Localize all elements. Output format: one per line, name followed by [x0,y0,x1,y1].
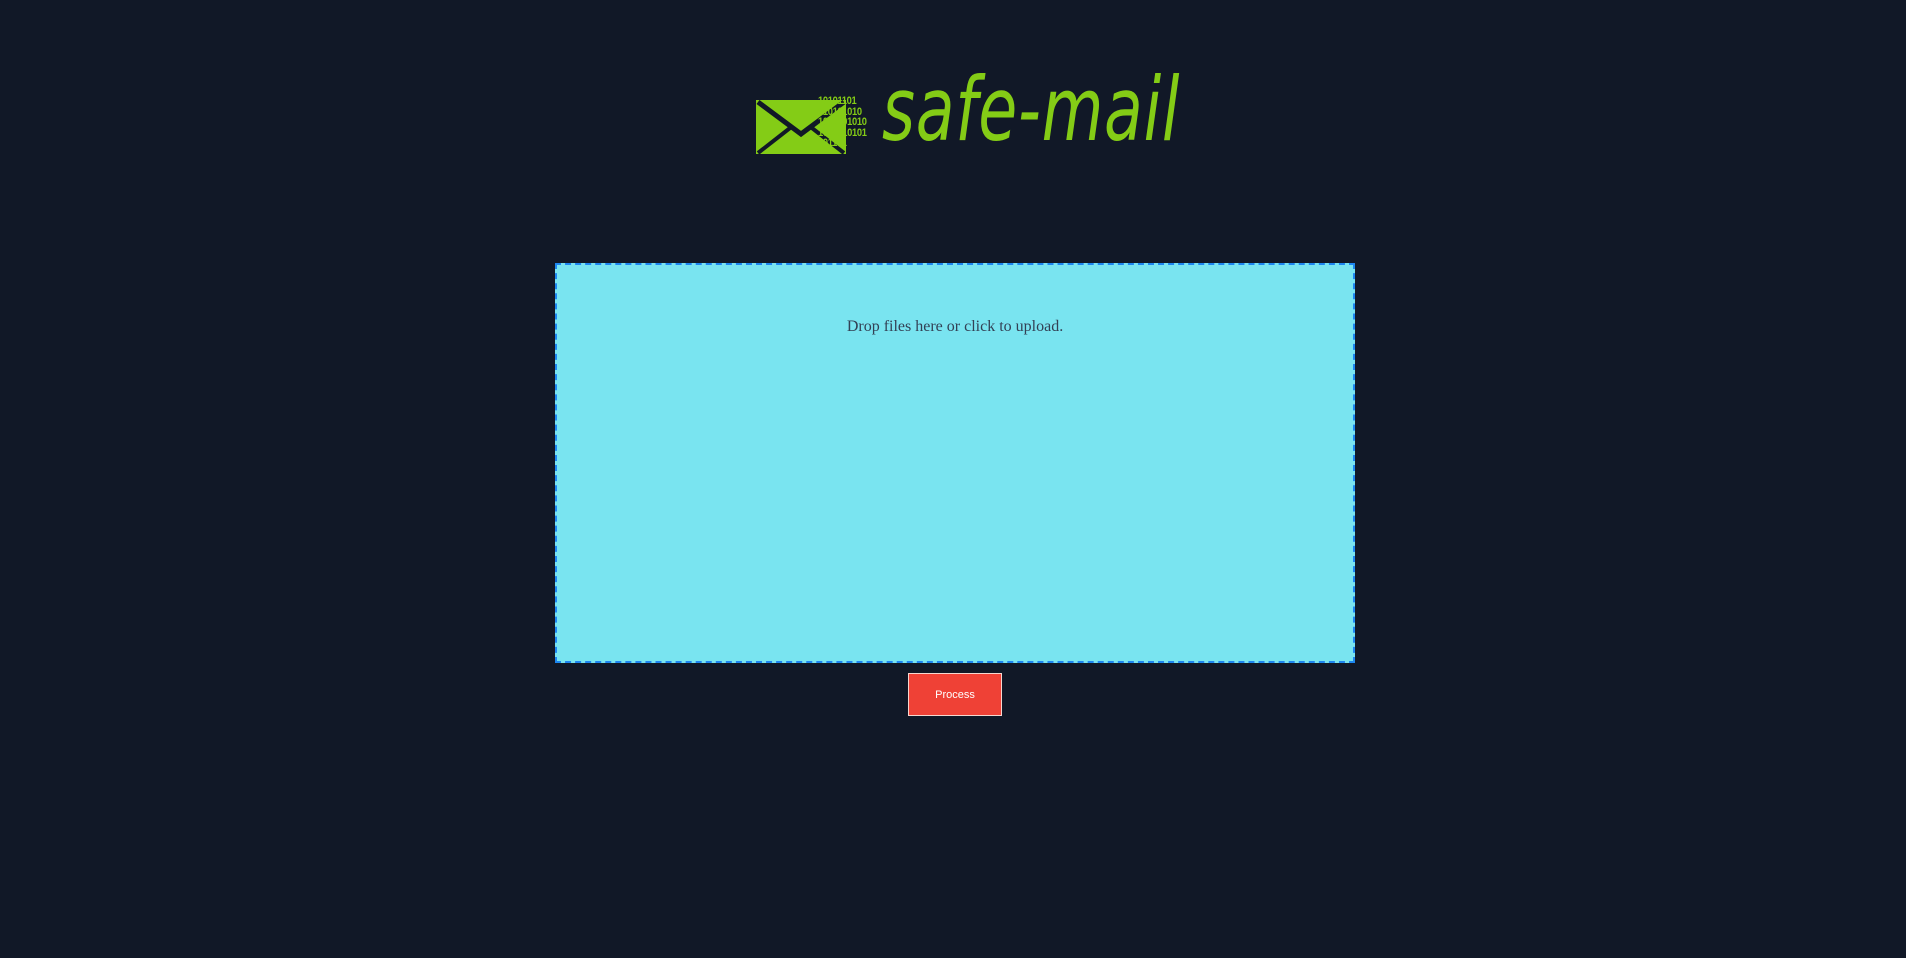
logo-binary-line: 101101 [818,137,847,149]
file-dropzone[interactable]: Drop files here or click to upload. [555,263,1355,663]
logo-binary-line: 1010101010 [818,116,867,128]
logo-binary-line: 10101101 [818,95,857,107]
logo-binary-digits: 10101101 010101010 1010101010 1001010101… [818,96,876,149]
process-button[interactable]: Process [908,673,1002,716]
logo-wordmark: safe-mail [882,58,1181,161]
safe-mail-logo: 10101101 010101010 1010101010 1001010101… [756,66,1180,178]
dropzone-message: Drop files here or click to upload. [846,318,1064,335]
